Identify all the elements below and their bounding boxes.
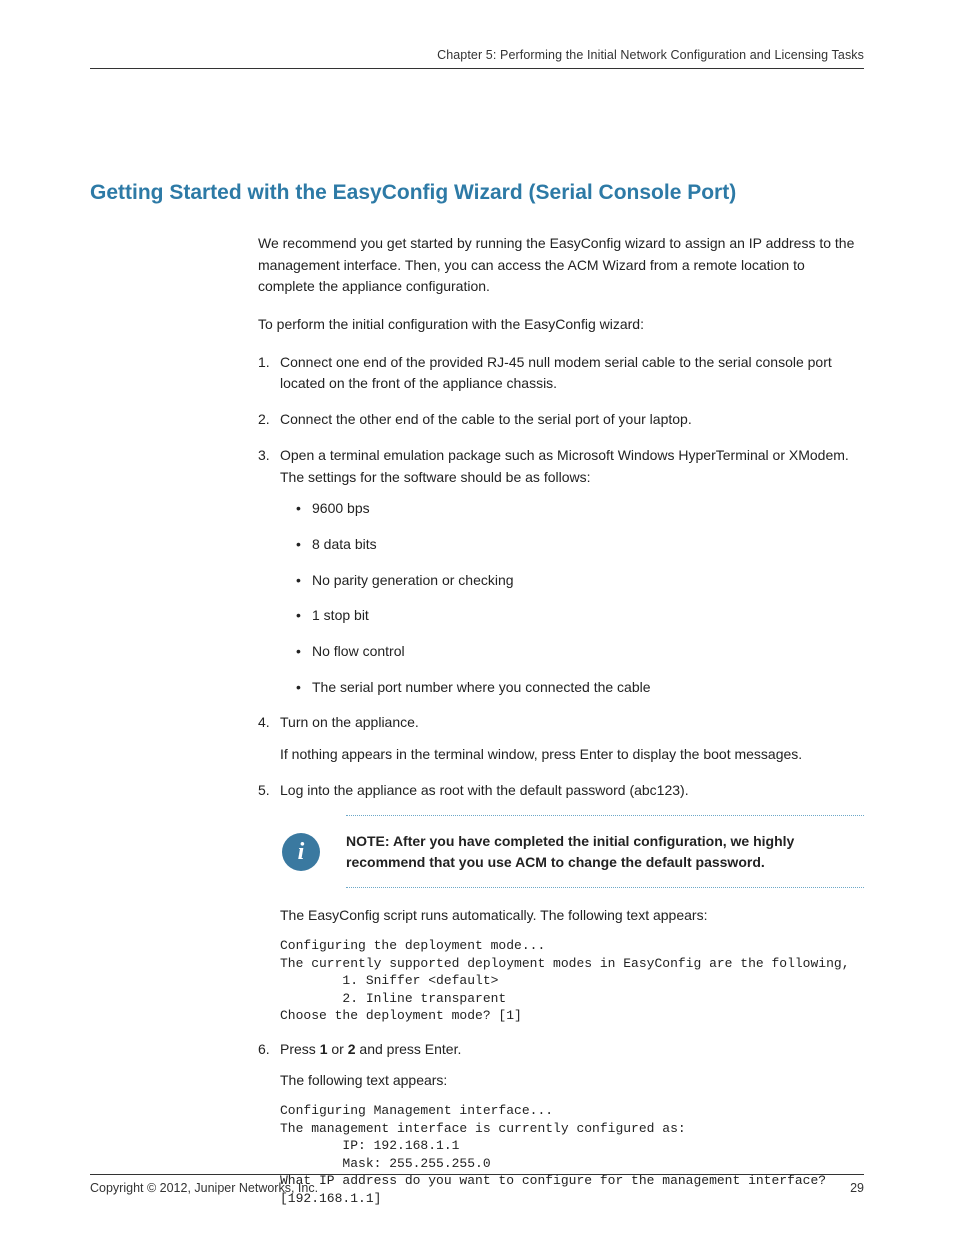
step-4: Turn on the appliance. If nothing appear… xyxy=(258,712,864,765)
step-2: Connect the other end of the cable to th… xyxy=(258,409,864,431)
bullet-parity: No parity generation or checking xyxy=(296,570,864,592)
copyright-text: Copyright © 2012, Juniper Networks, Inc. xyxy=(90,1181,318,1195)
step-3: Open a terminal emulation package such a… xyxy=(258,445,864,699)
step-3-bullets: 9600 bps 8 data bits No parity generatio… xyxy=(296,498,864,698)
step-5-after: The EasyConfig script runs automatically… xyxy=(280,905,864,927)
code-block-1: Configuring the deployment mode... The c… xyxy=(280,937,864,1025)
section-title: Getting Started with the EasyConfig Wiza… xyxy=(90,181,864,205)
note-body: i NOTE: After you have completed the ini… xyxy=(280,817,864,887)
intro-paragraph-1: We recommend you get started by running … xyxy=(258,233,864,298)
chapter-title: Chapter 5: Performing the Initial Networ… xyxy=(437,48,864,62)
bullet-stopbit: 1 stop bit xyxy=(296,605,864,627)
info-icon: i xyxy=(282,833,320,871)
note-bottom-border xyxy=(346,887,864,889)
bullet-databits: 8 data bits xyxy=(296,534,864,556)
page-header: Chapter 5: Performing the Initial Networ… xyxy=(90,48,864,69)
step-6-sub: The following text appears: xyxy=(280,1070,864,1092)
intro-paragraph-2: To perform the initial configuration wit… xyxy=(258,314,864,336)
note-label: NOTE: xyxy=(346,833,390,849)
step-1: Connect one end of the provided RJ-45 nu… xyxy=(258,352,864,395)
note-box: i NOTE: After you have completed the ini… xyxy=(280,815,864,889)
step-4-text: Turn on the appliance. xyxy=(280,714,419,730)
step-6-mid: or xyxy=(327,1041,347,1057)
page: Chapter 5: Performing the Initial Networ… xyxy=(0,0,954,1235)
step-5: Log into the appliance as root with the … xyxy=(258,780,864,1025)
step-6-post: and press Enter. xyxy=(356,1041,462,1057)
page-number: 29 xyxy=(850,1181,864,1195)
step-6-pre: Press xyxy=(280,1041,320,1057)
note-message: After you have completed the initial con… xyxy=(346,833,794,870)
step-3-text: Open a terminal emulation package such a… xyxy=(280,447,849,485)
note-text: NOTE: After you have completed the initi… xyxy=(346,831,864,873)
bullet-flowcontrol: No flow control xyxy=(296,641,864,663)
step-5-text: Log into the appliance as root with the … xyxy=(280,782,689,798)
step-4-sub: If nothing appears in the terminal windo… xyxy=(280,744,864,766)
step-6-b2: 2 xyxy=(348,1041,356,1057)
steps-list: Connect one end of the provided RJ-45 nu… xyxy=(258,352,864,1208)
bullet-serialport: The serial port number where you connect… xyxy=(296,677,864,699)
page-footer: Copyright © 2012, Juniper Networks, Inc.… xyxy=(90,1174,864,1195)
section-content: We recommend you get started by running … xyxy=(258,233,864,1207)
bullet-bps: 9600 bps xyxy=(296,498,864,520)
